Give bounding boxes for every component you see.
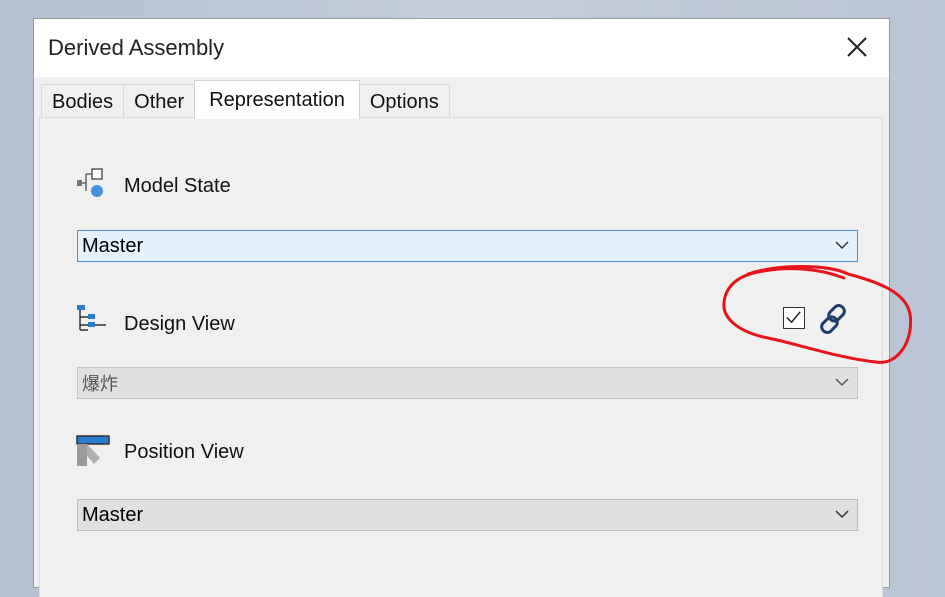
position-view-dropdown[interactable]: Master — [77, 499, 858, 531]
position-view-label: Position View — [124, 441, 244, 463]
tab-other[interactable]: Other — [123, 84, 196, 119]
associative-checkbox[interactable] — [783, 307, 805, 329]
tab-options[interactable]: Options — [358, 84, 450, 119]
chevron-down-icon — [835, 510, 849, 519]
position-view-icon — [76, 435, 110, 466]
representation-panel: Model State Master Design View 爆炸 Positi… — [39, 117, 883, 597]
position-view-value: Master — [82, 503, 144, 526]
dialog-title: Derived Assembly — [48, 35, 225, 60]
tab-strip: Bodies Other Representation Options — [41, 79, 450, 119]
design-view-dropdown[interactable]: 爆炸 — [77, 367, 858, 399]
checkmark-icon — [786, 311, 801, 324]
title-bar: Derived Assembly — [34, 19, 889, 77]
chevron-down-icon — [835, 241, 849, 250]
design-view-label: Design View — [124, 313, 235, 335]
derived-assembly-dialog: Derived Assembly Bodies Other Representa… — [33, 18, 890, 597]
link-icon[interactable] — [816, 303, 850, 335]
model-state-value: Master — [82, 234, 144, 257]
chevron-down-icon — [835, 378, 849, 387]
close-icon — [847, 37, 867, 57]
tab-representation[interactable]: Representation — [194, 80, 360, 119]
model-state-label: Model State — [124, 175, 231, 197]
design-view-value: 爆炸 — [82, 374, 118, 395]
design-view-icon — [77, 305, 106, 331]
close-button[interactable] — [839, 29, 875, 65]
tab-bodies[interactable]: Bodies — [41, 84, 125, 119]
model-state-icon — [77, 168, 103, 197]
model-state-dropdown[interactable]: Master — [77, 230, 858, 262]
